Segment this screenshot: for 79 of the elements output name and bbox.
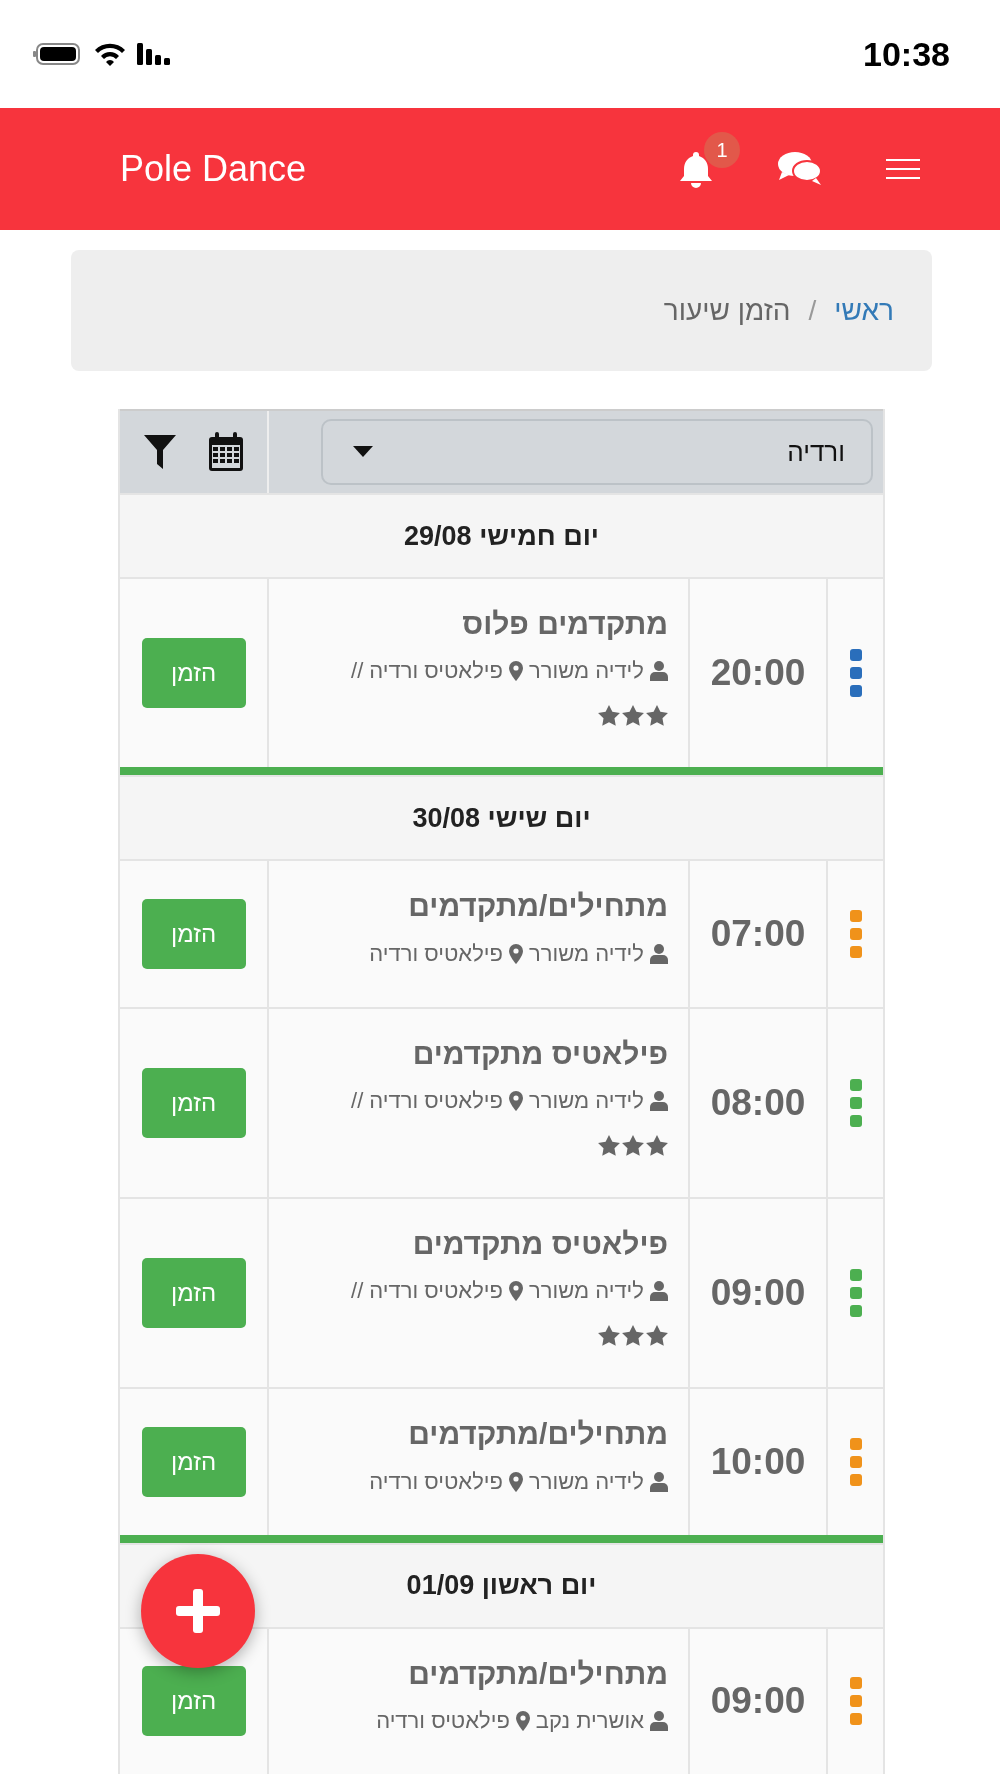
star-icon [598, 1134, 620, 1156]
class-time: 10:00 [710, 1440, 806, 1483]
book-button[interactable]: הזמן [141, 1258, 246, 1329]
star-icon [598, 1325, 620, 1346]
star-icon [622, 1134, 644, 1156]
class-name: מתחילים/מתקדמים [408, 1417, 668, 1452]
location-name: פילאטיס ורדיה [369, 1468, 503, 1494]
location-name: פילאטיס ורדיה [369, 1278, 503, 1304]
book-button[interactable]: הזמן [141, 638, 246, 709]
location-pin-icon [508, 1090, 523, 1111]
class-time: 07:00 [710, 912, 806, 955]
calendar-icon[interactable] [207, 432, 244, 472]
star-icon [622, 1325, 644, 1346]
location-pin-icon [508, 1471, 523, 1492]
star-icon [622, 705, 644, 727]
app-title[interactable]: Pole Dance [120, 148, 307, 190]
notification-badge: 1 [704, 132, 740, 168]
location-name: פילאטיס ורדיה [369, 940, 503, 966]
instructor-name: לידיה משורר [528, 1087, 644, 1113]
day-header: יום חמישי 29/08 [120, 493, 883, 577]
star-icon [646, 1134, 668, 1156]
plus-icon [176, 1588, 220, 1633]
rating-separator: // [351, 1278, 364, 1304]
color-dots-icon[interactable] [848, 1677, 863, 1726]
star-icon [598, 705, 620, 727]
person-icon [650, 661, 668, 682]
location-pin-icon [508, 943, 523, 964]
person-icon [650, 1471, 668, 1492]
color-dots-icon[interactable] [848, 649, 863, 698]
day-header: יום ראשון 01/09 [120, 1542, 883, 1627]
caret-icon [353, 446, 373, 458]
instructor-name: אושרית נקב [535, 1707, 644, 1733]
color-dots-icon[interactable] [848, 1078, 863, 1127]
instructor-name: לידיה משורר [528, 658, 644, 684]
chat-icon[interactable] [776, 150, 824, 188]
breadcrumb-link[interactable]: ראשי [834, 294, 894, 327]
person-icon [650, 1090, 668, 1111]
class-name: פילאטיס מתקדמים [412, 1226, 668, 1261]
person-icon [650, 1281, 668, 1302]
location-pin-icon [515, 1710, 530, 1731]
book-button[interactable]: הזמן [141, 1067, 246, 1138]
person-icon [650, 1710, 668, 1731]
studio-select[interactable]: ורדיה [321, 419, 873, 485]
breadcrumb-current: הזמן שיעור [663, 294, 791, 327]
instructor-name: לידיה משורר [528, 1468, 644, 1494]
location-name: פילאטיס ורדיה [376, 1707, 510, 1733]
class-name: מתקדמים פלוס [462, 607, 668, 641]
location-pin-icon [508, 661, 523, 682]
person-icon [650, 943, 668, 964]
book-button[interactable]: הזמן [141, 1666, 246, 1737]
rating-separator: // [351, 658, 364, 684]
color-dots-icon[interactable] [848, 909, 863, 958]
breadcrumb-separator: / [808, 294, 817, 327]
wifi-icon [93, 41, 127, 67]
instructor-name: לידיה משורר [528, 940, 644, 966]
book-button[interactable]: הזמן [141, 1426, 246, 1497]
star-icon [646, 1325, 668, 1346]
rating-separator: // [351, 1087, 364, 1113]
status-time: 10:38 [863, 34, 950, 74]
class-name: פילאטיס מתקדמים [412, 1036, 668, 1071]
menu-icon[interactable] [886, 158, 920, 180]
class-name: מתחילים/מתקדמים [408, 1656, 668, 1691]
class-name: מתחילים/מתקדמים [408, 889, 668, 924]
class-time: 09:00 [710, 1272, 806, 1315]
instructor-name: לידיה משורר [528, 1278, 644, 1304]
bell-icon[interactable] [678, 150, 714, 188]
day-header: יום שישי 30/08 [120, 775, 883, 860]
book-button[interactable]: הזמן [141, 898, 246, 969]
location-pin-icon [508, 1281, 523, 1302]
location-name: פילאטיס ורדיה [369, 1087, 503, 1113]
color-dots-icon[interactable] [848, 1269, 863, 1318]
class-time: 08:00 [710, 1081, 806, 1124]
color-dots-icon[interactable] [848, 1437, 863, 1486]
filter-icon[interactable] [143, 435, 176, 469]
class-time: 09:00 [710, 1680, 806, 1723]
battery-icon [33, 42, 83, 66]
class-time: 20:00 [710, 652, 806, 695]
star-icon [646, 705, 668, 727]
location-name: פילאטיס ורדיה [369, 658, 503, 684]
